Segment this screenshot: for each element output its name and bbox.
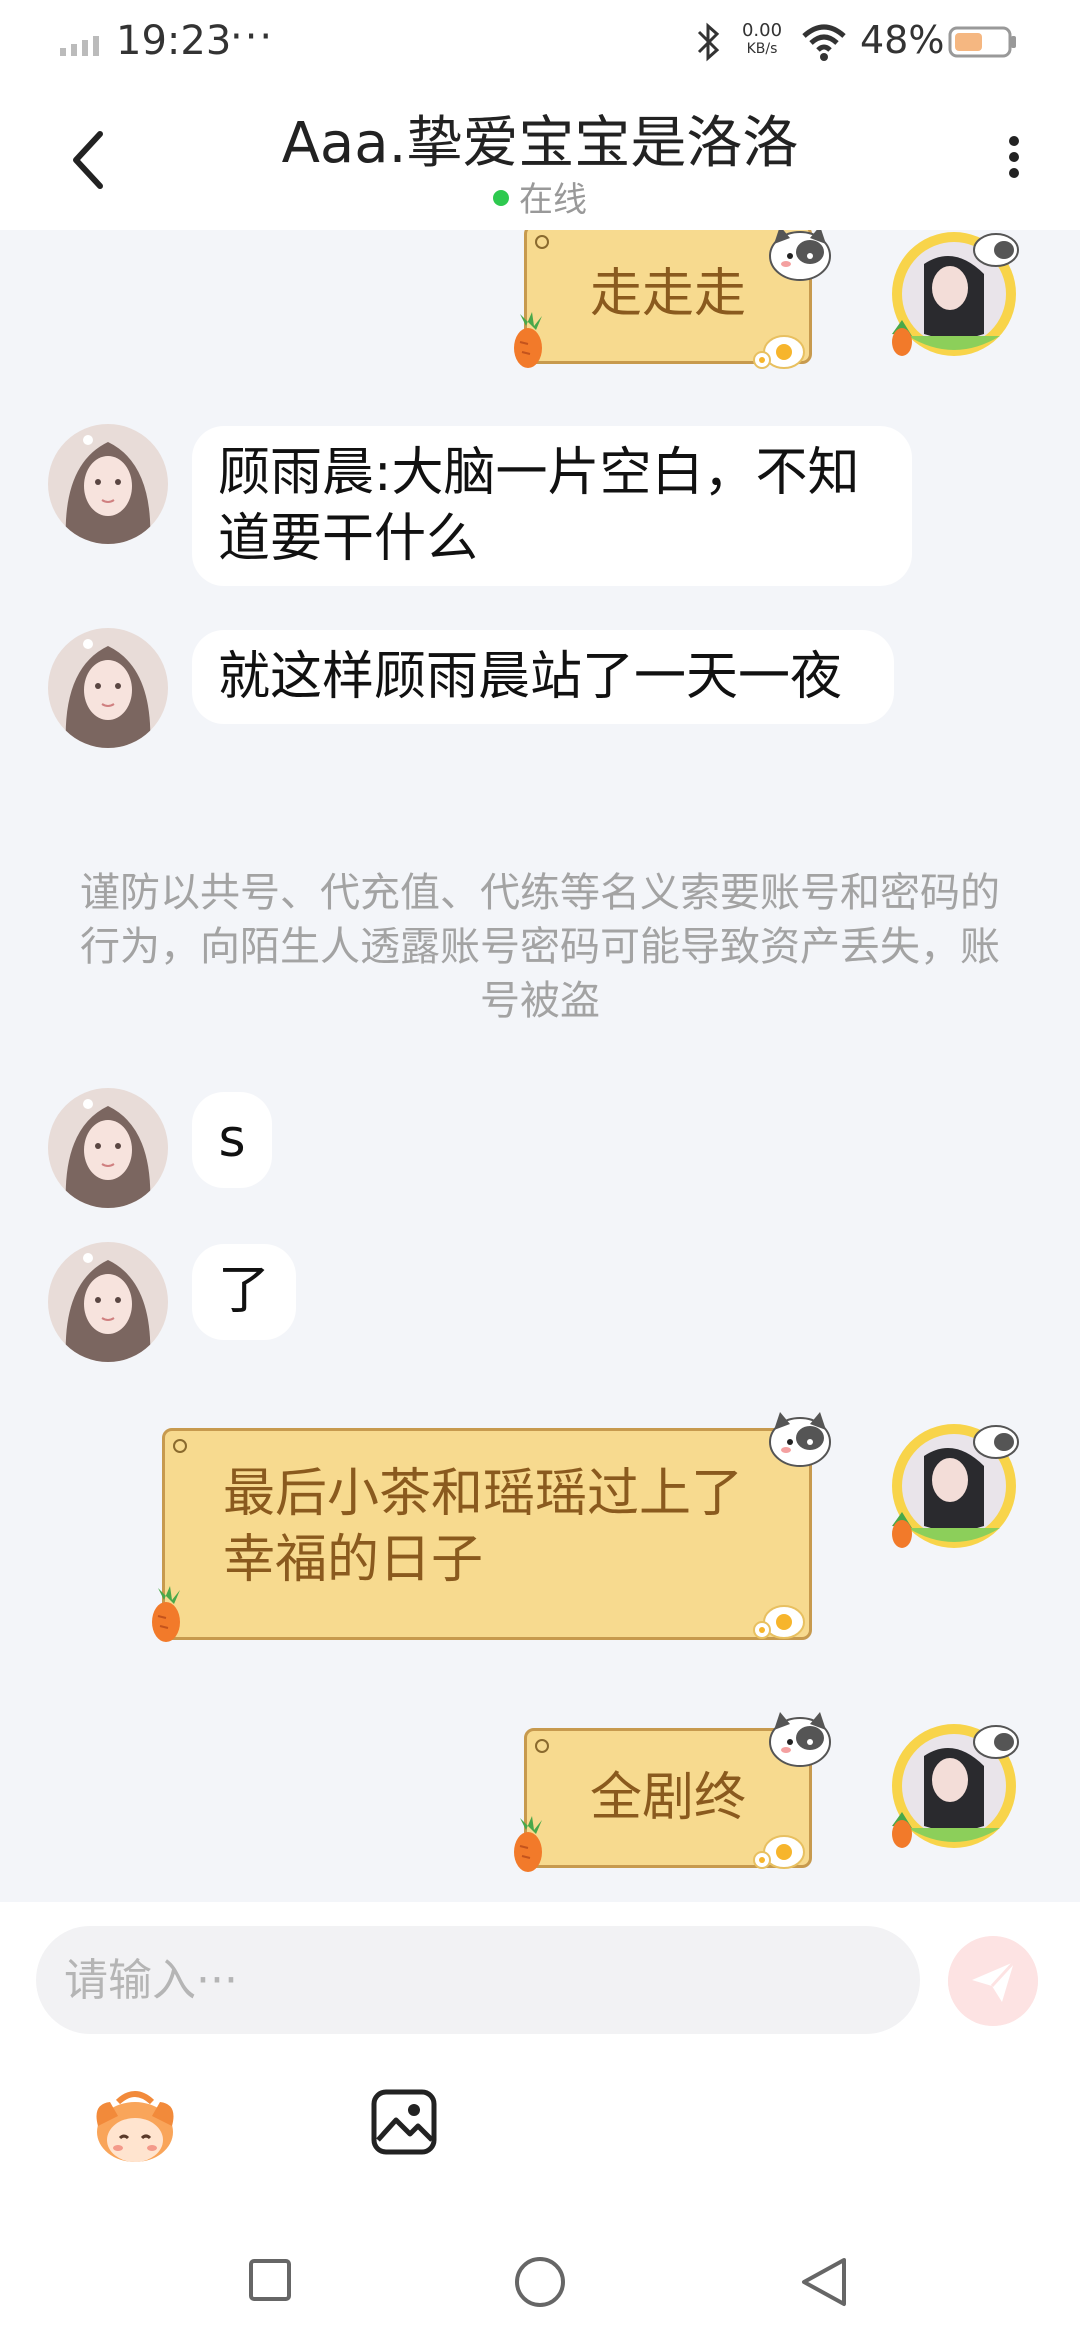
message-input[interactable] (36, 1926, 920, 2034)
status-more-dots: ··· (230, 14, 275, 60)
avatar (892, 232, 1019, 356)
online-status-label: 在线 (519, 180, 587, 220)
pin-icon (173, 1439, 187, 1453)
message-text: 就这样顾雨晨站了一天一夜 (218, 647, 843, 707)
message-text: s (218, 1109, 246, 1169)
bluetooth-icon (697, 22, 720, 62)
contact-avatar[interactable] (48, 424, 168, 544)
contact-avatar[interactable] (48, 628, 168, 748)
egg-icon (753, 335, 805, 369)
my-avatar-frame[interactable] (884, 1416, 1024, 1556)
chat-screen: 19:23 ··· 0.00 KB/s 48% Aaa.挚爱宝宝是洛洛 在线 走… (0, 0, 1080, 2340)
avatar-image (48, 424, 168, 544)
cat-sticker-icon (769, 1412, 831, 1467)
message-text: 最后小茶和瑶瑶过上了幸福的日子 (223, 1464, 744, 1590)
system-navigation-bar (0, 2210, 1080, 2340)
egg-icon (753, 1835, 805, 1869)
online-dot-icon (493, 189, 509, 206)
battery-percent: 48% (860, 18, 945, 62)
recent-apps-button[interactable] (248, 2258, 292, 2302)
contact-avatar[interactable] (48, 1242, 168, 1362)
my-avatar-frame[interactable] (884, 230, 1024, 364)
sticker-button[interactable] (90, 2082, 180, 2172)
wifi-icon (802, 24, 846, 61)
more-options-button[interactable] (1000, 130, 1028, 194)
carrot-icon (514, 1816, 542, 1872)
egg-icon (753, 1605, 805, 1639)
message-list[interactable]: 走走走 顾雨晨:大脑一片空白，不知道要干什么 就这样顾雨晨站了一天一夜 谨防以共… (0, 230, 1080, 1902)
status-bar: 19:23 ··· 0.00 KB/s 48% (0, 0, 1080, 84)
avatar (892, 1724, 1019, 1848)
message-text: 全剧终 (589, 1768, 746, 1828)
incoming-message-bubble[interactable]: s (192, 1092, 272, 1188)
pin-icon (535, 235, 549, 249)
send-button[interactable] (948, 1936, 1038, 2026)
my-avatar-frame[interactable] (884, 1716, 1024, 1856)
network-speed-value: 0.00 (741, 20, 783, 41)
avatar-image (48, 628, 168, 748)
avatar-image (48, 1242, 168, 1362)
contact-avatar[interactable] (48, 1088, 168, 1208)
incoming-message-bubble[interactable]: 顾雨晨:大脑一片空白，不知道要干什么 (192, 426, 912, 586)
carrot-icon (152, 1586, 180, 1642)
status-time: 19:23 (116, 18, 232, 64)
chat-title: Aaa.挚爱宝宝是洛洛 (281, 111, 799, 176)
outgoing-message-bubble[interactable]: 最后小茶和瑶瑶过上了幸福的日子 (162, 1428, 812, 1640)
home-button[interactable] (514, 2256, 566, 2308)
carrot-icon (514, 312, 542, 368)
incoming-message-bubble[interactable]: 了 (192, 1244, 296, 1340)
signal-icon (60, 36, 99, 56)
system-back-button[interactable] (796, 2254, 852, 2310)
message-text: 顾雨晨:大脑一片空白，不知道要干什么 (218, 443, 860, 569)
network-speed: 0.00 KB/s (737, 22, 787, 58)
network-speed-unit: KB/s (746, 41, 778, 57)
avatar-image (48, 1088, 168, 1208)
battery-icon (948, 26, 1016, 58)
online-status: 在线 (0, 172, 1080, 221)
message-text: 走走走 (589, 264, 746, 324)
image-picker-button[interactable] (370, 2088, 438, 2156)
incoming-message-bubble[interactable]: 就这样顾雨晨站了一天一夜 (192, 630, 894, 724)
security-notice: 谨防以共号、代充值、代练等名义索要账号和密码的行为，向陌生人透露账号密码可能导致… (80, 870, 1000, 1024)
cat-sticker-icon (769, 230, 831, 281)
pin-icon (535, 1739, 549, 1753)
more-vertical-icon (1009, 136, 1019, 146)
message-text: 了 (217, 1261, 270, 1321)
chat-header: Aaa.挚爱宝宝是洛洛 在线 (0, 84, 1080, 230)
avatar (892, 1424, 1019, 1548)
cat-sticker-icon (769, 1712, 831, 1767)
